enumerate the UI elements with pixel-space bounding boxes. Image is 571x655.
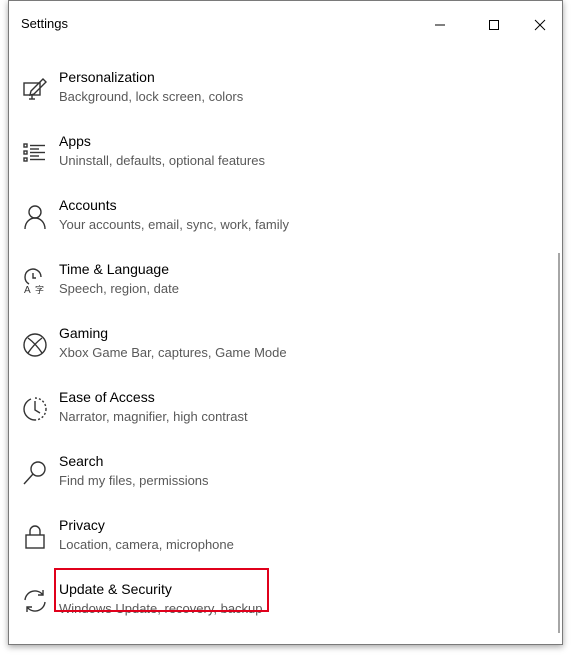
settings-item-search[interactable]: Search Find my files, permissions (9, 441, 549, 505)
settings-item-update-security[interactable]: Update & Security Windows Update, recove… (9, 569, 549, 633)
close-button[interactable] (517, 9, 562, 41)
item-description: Find my files, permissions (59, 473, 209, 488)
gaming-icon (21, 331, 49, 359)
item-description: Narrator, magnifier, high contrast (59, 409, 248, 424)
minimize-button[interactable] (417, 9, 463, 41)
maximize-icon (488, 19, 500, 31)
window-title: Settings (21, 16, 68, 31)
update-security-icon (21, 587, 49, 615)
settings-item-ease-of-access[interactable]: Ease of Access Narrator, magnifier, high… (9, 377, 549, 441)
item-label: Privacy (59, 517, 105, 533)
item-description: Speech, region, date (59, 281, 179, 296)
item-label: Apps (59, 133, 91, 149)
item-label: Update & Security (59, 581, 172, 597)
item-label: Gaming (59, 325, 109, 341)
personalization-icon (21, 75, 49, 103)
svg-text:字: 字 (35, 284, 44, 295)
item-description: Windows Update, recovery, backup (59, 601, 263, 616)
search-icon (21, 459, 49, 487)
settings-category-list: Personalization Background, lock screen,… (9, 49, 562, 644)
item-label: Personalization (59, 69, 155, 85)
item-label: Search (59, 453, 104, 469)
ease-of-access-icon (21, 395, 49, 423)
item-description: Uninstall, defaults, optional features (59, 153, 265, 168)
item-label: Accounts (59, 197, 117, 213)
privacy-icon (21, 523, 49, 551)
apps-icon (21, 139, 49, 167)
settings-item-personalization[interactable]: Personalization Background, lock screen,… (9, 57, 549, 121)
title-bar[interactable]: Settings (9, 1, 562, 49)
time-language-icon: A 字 (21, 267, 49, 295)
item-label: Time & Language (59, 261, 169, 277)
accounts-icon (21, 203, 49, 231)
maximize-button[interactable] (471, 9, 517, 41)
svg-text:A: A (24, 285, 31, 295)
item-description: Your accounts, email, sync, work, family (59, 217, 289, 232)
settings-item-time-language[interactable]: A 字 Time & Language Speech, region, date (9, 249, 549, 313)
minimize-icon (434, 19, 446, 31)
item-description: Location, camera, microphone (59, 537, 234, 552)
settings-item-privacy[interactable]: Privacy Location, camera, microphone (9, 505, 549, 569)
item-description: Background, lock screen, colors (59, 89, 244, 104)
item-description: Xbox Game Bar, captures, Game Mode (59, 345, 287, 360)
item-label: Ease of Access (59, 389, 155, 405)
settings-item-accounts[interactable]: Accounts Your accounts, email, sync, wor… (9, 185, 549, 249)
settings-item-apps[interactable]: Apps Uninstall, defaults, optional featu… (9, 121, 549, 185)
scrollbar[interactable] (558, 253, 560, 633)
close-icon (534, 19, 546, 31)
settings-window: Settings Personalization Background, loc… (8, 0, 563, 645)
settings-item-gaming[interactable]: Gaming Xbox Game Bar, captures, Game Mod… (9, 313, 549, 377)
